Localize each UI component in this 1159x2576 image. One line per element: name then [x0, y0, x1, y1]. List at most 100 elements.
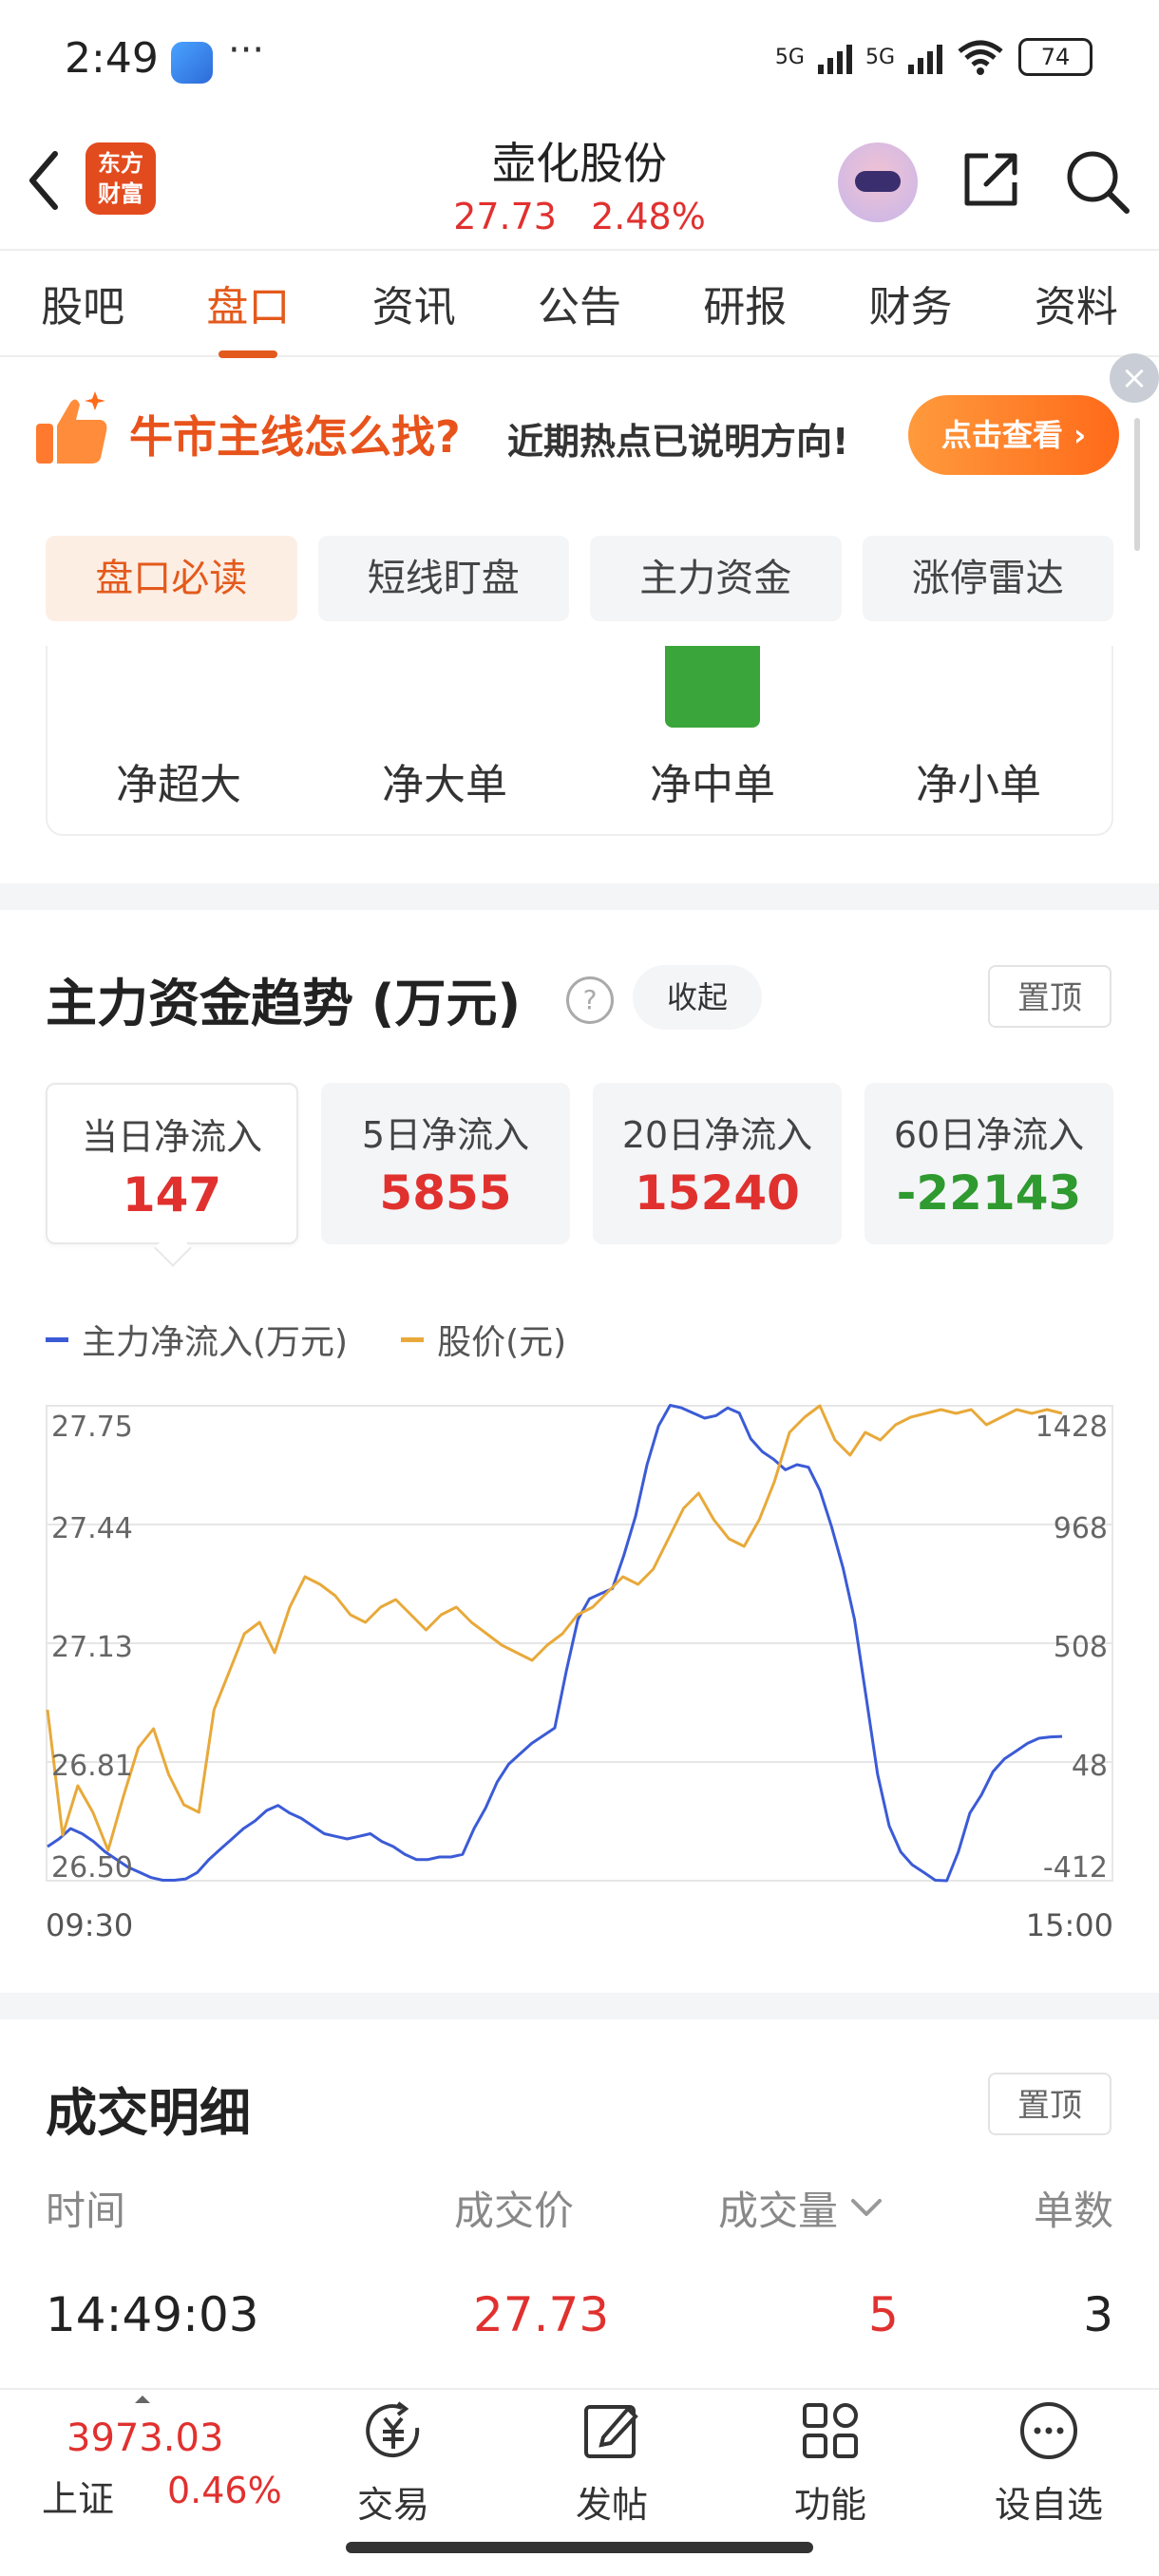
flow-label: 20日净流入	[621, 1114, 813, 1156]
sub-tabs: 盘口必读 短线盯盘 主力资金 涨停雷达	[46, 536, 1113, 621]
search-icon[interactable]	[1064, 148, 1130, 215]
more-notifications-icon: ···	[228, 28, 265, 72]
right-tick-label: 48	[1072, 1750, 1108, 1783]
order-size-medium: 净中单	[650, 761, 775, 809]
edit-icon	[584, 2405, 638, 2458]
tab-research[interactable]: 研报	[694, 273, 796, 333]
trade-volume: 5	[868, 2287, 899, 2342]
order-size-small: 净小单	[916, 761, 1041, 809]
nav-watchlist[interactable]: 设自选	[973, 2399, 1125, 2528]
flow-label: 当日净流入	[81, 1116, 262, 1158]
order-size-extra-large: 净超大	[116, 761, 241, 809]
tab-news[interactable]: 资讯	[363, 273, 466, 333]
col-price: 成交价	[454, 2188, 575, 2234]
legend-swatch-price	[401, 1336, 425, 1342]
nav-label: 发帖	[575, 2484, 648, 2526]
legend-label: 股价(元)	[437, 1323, 567, 1362]
chevron-down-icon	[851, 2198, 883, 2216]
col-time: 时间	[46, 2188, 126, 2234]
section-divider	[0, 1993, 1159, 2019]
grid-icon	[803, 2403, 858, 2458]
subtab-main-funds[interactable]: 主力资金	[590, 536, 842, 621]
chevron-up-icon[interactable]	[133, 2394, 152, 2405]
index-change: 0.46%	[167, 2470, 282, 2511]
assistant-avatar-icon[interactable]	[838, 142, 918, 222]
left-tick-label: 27.13	[51, 1631, 133, 1664]
legend-swatch-inflow	[46, 1336, 68, 1342]
legend-label: 主力净流入(万元)	[82, 1323, 349, 1362]
trade-count: 3	[1083, 2287, 1113, 2342]
tab-guba[interactable]: 股吧	[31, 273, 134, 333]
section-divider	[0, 883, 1159, 910]
app-notification-icon	[171, 42, 213, 84]
left-tick-label: 26.81	[51, 1750, 133, 1783]
left-tick-label: 26.50	[51, 1851, 133, 1885]
flow-value: -22143	[896, 1165, 1082, 1221]
nav-label: 设自选	[994, 2484, 1103, 2526]
battery-icon: 74	[1018, 38, 1092, 76]
trend-title: 主力资金趋势 (万元)	[46, 974, 522, 1033]
right-tick-label: 968	[1054, 1512, 1108, 1545]
close-icon[interactable]: ×	[1110, 353, 1159, 403]
order-size-large: 净大单	[382, 761, 507, 809]
status-indicators: 5G 5G 74	[775, 38, 1092, 76]
thumbs-up-icon	[36, 391, 107, 464]
x-axis-start: 09:30	[46, 1907, 134, 1943]
nav-label: 功能	[793, 2484, 866, 2526]
banner-subtitle: 近期热点已说明方向!	[507, 421, 849, 463]
nav-functions[interactable]: 功能	[754, 2399, 906, 2528]
subtab-limit-up-radar[interactable]: 涨停雷达	[862, 536, 1113, 621]
subtab-short-term[interactable]: 短线盯盘	[317, 536, 569, 621]
trade-icon	[366, 2401, 420, 2458]
stock-change-pct: 2.48%	[591, 196, 706, 237]
flow-label: 5日净流入	[361, 1114, 530, 1156]
help-icon[interactable]: ?	[566, 976, 614, 1024]
chart-legend: 主力净流入(万元) 股价(元)	[46, 1315, 566, 1364]
trades-title: 成交明细	[46, 2083, 251, 2143]
subtab-must-read[interactable]: 盘口必读	[46, 536, 297, 621]
index-value[interactable]: 3973.03	[66, 2416, 223, 2460]
share-icon[interactable]	[960, 148, 1022, 211]
collapse-button[interactable]: 收起	[633, 965, 762, 1030]
network-label-2: 5G	[864, 45, 895, 69]
wifi-icon	[958, 40, 1003, 75]
nav-label: 交易	[356, 2484, 429, 2526]
tab-pankou[interactable]: 盘口	[197, 273, 299, 358]
legend-item-price: 股价(元)	[401, 1315, 566, 1364]
more-circle-icon	[1020, 2402, 1077, 2459]
stock-price: 27.73	[453, 196, 557, 237]
home-indicator[interactable]	[346, 2542, 813, 2553]
network-label: 5G	[774, 45, 805, 69]
x-axis-end: 15:00	[1025, 1907, 1113, 1943]
left-tick-label: 27.75	[51, 1411, 133, 1444]
pin-top-button-trades[interactable]: 置顶	[988, 2073, 1112, 2135]
tab-finance[interactable]: 财务	[860, 273, 962, 333]
flow-label: 60日净流入	[893, 1114, 1085, 1156]
left-tick-label: 27.44	[51, 1512, 133, 1545]
fund-flow-chart[interactable]: 27.75 1428 27.44 968 27.13 508 26.81 48 26.50 -41…	[46, 1396, 1113, 1896]
scrollbar[interactable]	[1134, 418, 1140, 551]
flow-card-20d[interactable]: 20日净流入 15240	[593, 1083, 842, 1244]
trade-time: 14:49:03	[46, 2287, 259, 2342]
right-tick-label: -412	[1043, 1851, 1108, 1885]
nav-post[interactable]: 发帖	[536, 2399, 688, 2528]
right-tick-label: 1428	[1036, 1411, 1108, 1444]
col-count: 单数	[1033, 2188, 1113, 2234]
flow-card-today[interactable]: 当日净流入 147	[46, 1083, 298, 1244]
nav-trade[interactable]: 交易	[317, 2399, 469, 2528]
pin-top-button[interactable]: 置顶	[988, 965, 1112, 1028]
tab-profile[interactable]: 资料	[1025, 273, 1128, 333]
index-name: 上证	[42, 2478, 115, 2520]
flow-card-5d[interactable]: 5日净流入 5855	[321, 1083, 570, 1244]
signal-icon-2	[908, 40, 942, 74]
trade-price: 27.73	[473, 2287, 610, 2342]
tab-announcements[interactable]: 公告	[528, 273, 631, 333]
flow-card-60d[interactable]: 60日净流入 -22143	[864, 1083, 1113, 1244]
legend-item-inflow: 主力净流入(万元)	[46, 1315, 348, 1364]
col-volume[interactable]: 成交量	[718, 2179, 884, 2237]
status-time: 2:49	[65, 34, 159, 83]
banner-view-button[interactable]: 点击查看 ›	[908, 395, 1119, 475]
flow-value: 5855	[379, 1165, 512, 1221]
stock-tabs: 股吧 盘口 资讯 公告 研报 财务 资料	[0, 249, 1159, 358]
flow-value: 147	[122, 1167, 222, 1222]
